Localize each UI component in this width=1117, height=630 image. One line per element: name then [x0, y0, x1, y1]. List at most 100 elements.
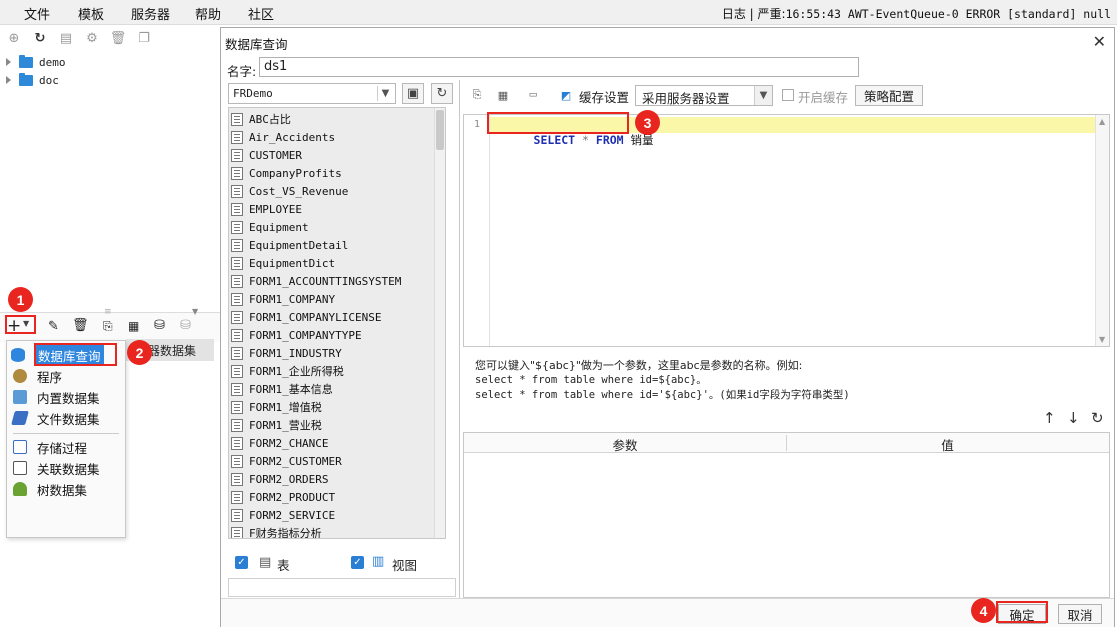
- expand-arrow-icon[interactable]: [6, 76, 11, 84]
- list-scrollbar[interactable]: [434, 108, 445, 538]
- table-checkbox[interactable]: ✓: [235, 556, 248, 569]
- menu-item-file[interactable]: 文件数据集: [11, 408, 100, 428]
- table-list-item[interactable]: FORM2_CUSTOMER: [231, 452, 342, 470]
- menu-item-join[interactable]: 关联数据集: [13, 458, 100, 478]
- table-list-item[interactable]: Air_Accidents: [231, 128, 335, 146]
- table-list-item[interactable]: FORM1_COMPANY: [231, 290, 335, 308]
- template-icon[interactable]: ▤: [58, 30, 74, 46]
- sql-editor[interactable]: 1 SELECT * FROM 销量 ▲ ▼: [463, 114, 1110, 347]
- table-name: EquipmentDetail: [249, 238, 349, 252]
- scroll-down-icon[interactable]: ▼: [1099, 335, 1105, 344]
- stored-procedure-icon: [13, 440, 27, 454]
- chevron-down-icon[interactable]: ▼: [377, 86, 393, 101]
- refresh-connection-button[interactable]: ↻: [431, 83, 453, 104]
- table-name: FORM1_增值税: [249, 401, 322, 414]
- table-icon: [231, 130, 243, 144]
- status-prefix: 日志 | 严重:: [721, 7, 786, 21]
- table-list-item[interactable]: FORM1_营业税: [231, 416, 322, 434]
- tree-item-demo[interactable]: demo: [6, 54, 66, 70]
- menu-item-builtin[interactable]: 内置数据集: [13, 387, 100, 407]
- delete-icon[interactable]: 🗑: [110, 30, 127, 46]
- scroll-up-icon[interactable]: ▲: [1099, 117, 1105, 126]
- connection-select[interactable]: FRDemo ▼: [228, 83, 396, 104]
- table-list-item[interactable]: FORM1_ACCOUNTTINGSYSTEM: [231, 272, 401, 290]
- table-list-item[interactable]: EquipmentDetail: [231, 236, 348, 254]
- editor-scrollbar[interactable]: ▲ ▼: [1095, 115, 1109, 346]
- save-icon[interactable]: ▦: [495, 87, 511, 103]
- table-list-item[interactable]: FORM2_SERVICE: [231, 506, 335, 524]
- refresh-params-icon[interactable]: ↻: [1091, 409, 1104, 427]
- refresh-icon: ↻: [436, 86, 448, 101]
- move-up-icon[interactable]: ↑: [1043, 409, 1056, 427]
- table-list-item[interactable]: FORM2_PRODUCT: [231, 488, 335, 506]
- table-list-item[interactable]: FORM1_COMPANYLICENSE: [231, 308, 381, 326]
- table-list-item[interactable]: CUSTOMER: [231, 146, 302, 164]
- view-checkbox[interactable]: ✓: [351, 556, 364, 569]
- settings-icon[interactable]: ⚙: [84, 30, 100, 46]
- close-icon[interactable]: ✕: [1093, 32, 1106, 51]
- database-icon[interactable]: ⛁: [154, 318, 165, 333]
- preview-icon[interactable]: ⎘: [469, 87, 485, 103]
- menu-file[interactable]: 文件: [24, 4, 50, 23]
- table-icon: [231, 490, 243, 504]
- database-cache-icon[interactable]: ⛁: [180, 318, 191, 333]
- drag-handle-icon[interactable]: ≡: [104, 307, 112, 317]
- menu-item-program[interactable]: 程序: [13, 366, 62, 386]
- cancel-button[interactable]: 取消: [1058, 604, 1102, 624]
- status-log[interactable]: 日志 | 严重:16:55:43 AWT-EventQueue-0 ERROR …: [722, 5, 1111, 22]
- expand-arrow-icon[interactable]: [6, 58, 11, 66]
- table-list-item[interactable]: EMPLOYEE: [231, 200, 302, 218]
- table-name: FORM1_COMPANYLICENSE: [249, 310, 382, 324]
- view-checkbox-label: 视图: [392, 558, 418, 573]
- table-list-item[interactable]: FORM2_CHANCE: [231, 434, 328, 452]
- copy-icon[interactable]: ❐: [136, 30, 152, 46]
- cache-mode-value: 采用服务器设置: [642, 91, 730, 106]
- cache-mode-select[interactable]: 采用服务器设置 ▼: [635, 85, 773, 106]
- enable-cache-checkbox[interactable]: [782, 89, 794, 101]
- view-type-icon: ▥: [372, 554, 385, 569]
- table-list-item[interactable]: EquipmentDict: [231, 254, 335, 272]
- step-badge-1: 1: [8, 287, 33, 312]
- table-list-item[interactable]: FORM1_增值税: [231, 398, 322, 416]
- preview-icon[interactable]: ⎘: [103, 319, 113, 334]
- table-name: Air_Accidents: [249, 130, 336, 144]
- name-input[interactable]: ds1: [259, 57, 859, 77]
- table-list-item[interactable]: ABC占比: [231, 110, 291, 128]
- table-list-item[interactable]: FORM1_COMPANYTYPE: [231, 326, 362, 344]
- menu-item-stored-procedure[interactable]: 存储过程: [13, 437, 87, 457]
- collapse-icon[interactable]: ▼: [192, 307, 198, 316]
- edit-connection-button[interactable]: ▣: [402, 83, 424, 104]
- list-filter-input[interactable]: [228, 578, 456, 597]
- menu-item-tree[interactable]: 树数据集: [13, 479, 87, 499]
- table-type-icon: ▤: [259, 555, 272, 570]
- table-list-item[interactable]: Equipment: [231, 218, 309, 236]
- chevron-down-icon[interactable]: ▼: [754, 86, 772, 105]
- table-list-item[interactable]: Cost_VS_Revenue: [231, 182, 348, 200]
- menu-help[interactable]: 帮助: [195, 4, 221, 23]
- table-name: CUSTOMER: [249, 148, 302, 162]
- table-list-item[interactable]: FORM1_INDUSTRY: [231, 344, 342, 362]
- menu-server[interactable]: 服务器: [131, 4, 170, 23]
- tree-item-doc[interactable]: doc: [6, 72, 59, 88]
- menu-item-label: 内置数据集: [37, 390, 100, 406]
- strategy-config-button[interactable]: 策略配置: [855, 85, 923, 106]
- sql-format-icon[interactable]: ▭: [525, 87, 541, 103]
- sql-icon[interactable]: ▦: [128, 319, 139, 333]
- new-icon[interactable]: ⊕: [6, 30, 22, 46]
- edit-icon[interactable]: ✎: [48, 319, 59, 334]
- table-list-item[interactable]: F财务指标分析: [231, 524, 322, 538]
- move-down-icon[interactable]: ↓: [1067, 409, 1080, 427]
- table-name: EMPLOYEE: [249, 202, 302, 216]
- splitter[interactable]: [459, 80, 460, 598]
- refresh-icon[interactable]: ↻: [32, 30, 48, 46]
- trash-icon[interactable]: 🗑: [72, 318, 89, 333]
- menu-template[interactable]: 模板: [78, 4, 104, 23]
- table-list-item[interactable]: FORM2_ORDERS: [231, 470, 328, 488]
- dataset-type-menu: 数据库查询 程序 内置数据集 文件数据集 存储过程 关联数据集 树数据集: [6, 340, 126, 538]
- table-list-item[interactable]: FORM1_企业所得税: [231, 362, 344, 380]
- table-list-item[interactable]: CompanyProfits: [231, 164, 342, 182]
- table-icon: [231, 184, 243, 198]
- scrollbar-thumb[interactable]: [436, 110, 444, 150]
- menu-community[interactable]: 社区: [248, 4, 274, 23]
- table-list-item[interactable]: FORM1_基本信息: [231, 380, 333, 398]
